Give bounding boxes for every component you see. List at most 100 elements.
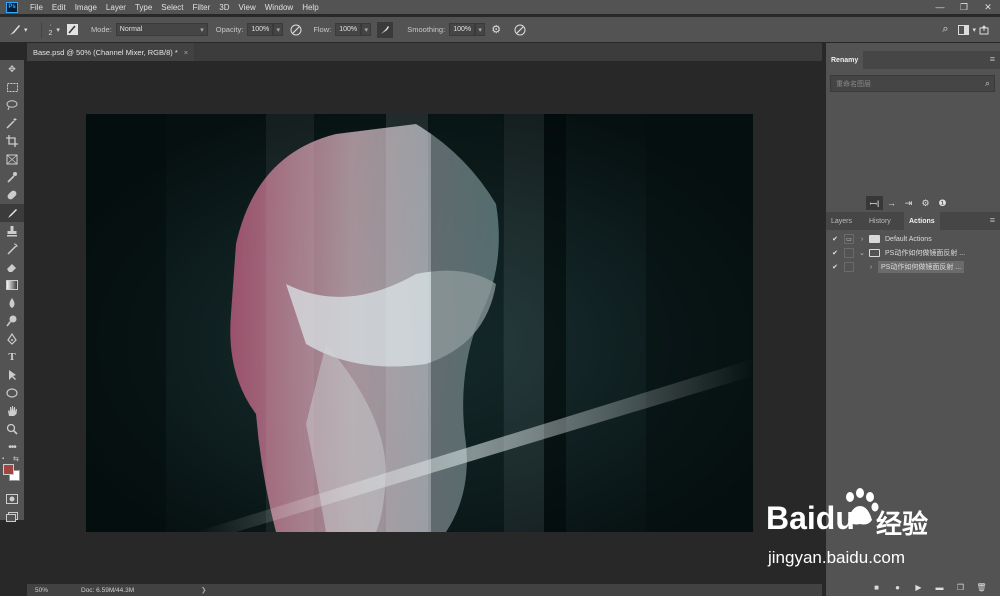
mode-control: Mode: Normal	[91, 23, 208, 36]
minimize-button[interactable]: —	[928, 0, 952, 14]
renamy-search-input[interactable]: 重命名图层 ⌕	[830, 75, 995, 92]
menu-help[interactable]: Help	[302, 3, 318, 12]
blur-icon[interactable]	[0, 294, 24, 312]
healing-icon[interactable]	[0, 186, 24, 204]
menu-edit[interactable]: Edit	[52, 3, 66, 12]
check-icon[interactable]: ✔	[829, 263, 841, 271]
mode-label: Mode:	[90, 25, 112, 34]
menu-3d[interactable]: 3D	[219, 3, 229, 12]
action-set-row[interactable]: ✔ ⌄ PS动作如何做镜面反射 ...	[826, 246, 1000, 260]
baidu-brand-cn: 经验	[876, 510, 929, 540]
magic-wand-icon[interactable]	[0, 114, 24, 132]
chevron-down-icon[interactable]: ⌄	[857, 249, 867, 257]
gradient-icon[interactable]	[0, 276, 24, 294]
baidu-watermark: Baidu 经验 jingyan.baidu.com	[758, 486, 998, 586]
screen-mode-icon[interactable]	[0, 508, 24, 526]
search-icon[interactable]: ⌕	[985, 78, 990, 89]
airbrush-toggle[interactable]	[377, 21, 394, 38]
menu-view[interactable]: View	[239, 3, 256, 12]
close-icon[interactable]: ×	[184, 48, 188, 57]
gear-icon[interactable]: ⚙	[917, 196, 934, 210]
type-icon[interactable]: T	[0, 348, 24, 366]
flow-input[interactable]: 100%	[335, 23, 362, 36]
panel-menu-icon[interactable]: ≡	[990, 215, 995, 225]
pen-icon[interactable]	[0, 330, 24, 348]
brush-panel-toggle[interactable]	[66, 23, 79, 36]
rename-icon[interactable]: ꟷI	[866, 196, 883, 210]
document-tab[interactable]: Base.psd @ 50% (Channel Mixer, RGB/8) * …	[27, 43, 195, 61]
default-colors-icon[interactable]: ▪	[2, 456, 4, 462]
canvas-area[interactable]	[27, 61, 822, 583]
mode-select[interactable]: Normal	[115, 23, 208, 36]
workspace-icon[interactable]	[954, 23, 972, 36]
status-menu-arrow[interactable]: ❯	[201, 586, 206, 594]
pressure-opacity-toggle[interactable]	[289, 23, 303, 37]
menu-file[interactable]: File	[30, 3, 43, 12]
stamp-icon[interactable]	[0, 222, 24, 240]
close-button[interactable]: ✕	[976, 0, 1000, 14]
restore-button[interactable]: ❐	[952, 0, 976, 14]
menu-items: File Edit Image Layer Type Select Filter…	[30, 3, 328, 12]
brush-icon[interactable]	[0, 204, 24, 222]
eyedropper-icon[interactable]	[0, 168, 24, 186]
renamy-panel-header: Renamy ≡	[826, 51, 1000, 69]
path-select-icon[interactable]	[0, 366, 24, 384]
dodge-icon[interactable]	[0, 312, 24, 330]
pressure-size-toggle[interactable]	[513, 23, 527, 37]
smoothing-dropdown[interactable]: ▾	[475, 23, 486, 36]
eraser-icon[interactable]	[0, 258, 24, 276]
lasso-icon[interactable]	[0, 96, 24, 114]
chevron-right-icon[interactable]: ›	[866, 264, 876, 271]
brush-size-picker[interactable]: · 2 ▾	[49, 22, 60, 38]
menu-filter[interactable]: Filter	[193, 3, 211, 12]
menu-image[interactable]: Image	[75, 3, 97, 12]
chevron-right-icon[interactable]: ›	[857, 236, 867, 243]
chevron-down-icon: ▾	[24, 26, 28, 34]
info-icon[interactable]: ❶	[934, 196, 951, 210]
marquee-icon[interactable]	[0, 78, 24, 96]
foreground-color-swatch[interactable]	[3, 464, 14, 475]
apply-icon[interactable]: ⇥	[900, 196, 917, 210]
opacity-input[interactable]: 100%	[247, 23, 274, 36]
tab-renamy[interactable]: Renamy	[826, 51, 864, 69]
menu-type[interactable]: Type	[135, 3, 152, 12]
tool-preset-picker[interactable]: ▾	[8, 23, 28, 37]
smoothing-control: Smoothing: 100% ▾	[407, 23, 486, 36]
menu-layer[interactable]: Layer	[106, 3, 126, 12]
opacity-dropdown[interactable]: ▾	[273, 23, 284, 36]
smoothing-options-button[interactable]: ⚙	[491, 23, 501, 36]
smoothing-input[interactable]: 100%	[449, 23, 476, 36]
window-controls: — ❐ ✕	[928, 0, 1000, 14]
action-set-name: Default Actions	[885, 235, 932, 243]
history-brush-icon[interactable]	[0, 240, 24, 258]
hand-icon[interactable]	[0, 402, 24, 420]
panel-menu-icon[interactable]: ≡	[990, 54, 995, 64]
move-icon[interactable]: ✥	[0, 60, 24, 78]
check-icon[interactable]: ✔	[829, 249, 841, 257]
check-icon[interactable]: ✔	[829, 235, 841, 243]
tab-history[interactable]: History	[864, 212, 896, 230]
zoom-icon[interactable]	[0, 420, 24, 438]
arrow-right-icon[interactable]: →	[883, 196, 900, 210]
divider	[40, 21, 42, 38]
tab-layers[interactable]: Layers	[826, 212, 857, 230]
tab-actions[interactable]: Actions	[904, 212, 940, 230]
dialog-toggle-icon[interactable]: ▭	[844, 234, 854, 244]
dialog-toggle-icon[interactable]	[844, 262, 854, 272]
more-icon[interactable]: •••	[0, 438, 24, 456]
crop-icon[interactable]	[0, 132, 24, 150]
swap-colors-icon[interactable]: ⇆	[13, 455, 19, 463]
flow-dropdown[interactable]: ▾	[361, 23, 372, 36]
search-icon[interactable]: ⌕	[936, 23, 954, 36]
dialog-toggle-icon[interactable]	[844, 248, 854, 258]
zoom-level[interactable]: 50%	[27, 587, 75, 594]
baidu-brand: Baidu	[766, 500, 855, 536]
shape-icon[interactable]	[0, 384, 24, 402]
action-row[interactable]: ✔ › PS动作如何做镜面反射 ...	[826, 260, 1000, 274]
action-set-row[interactable]: ✔ ▭ › Default Actions	[826, 232, 1000, 246]
menu-window[interactable]: Window	[265, 3, 293, 12]
frame-icon[interactable]	[0, 150, 24, 168]
menu-select[interactable]: Select	[161, 3, 183, 12]
quick-mask-icon[interactable]	[0, 490, 24, 508]
share-icon[interactable]	[976, 23, 992, 36]
